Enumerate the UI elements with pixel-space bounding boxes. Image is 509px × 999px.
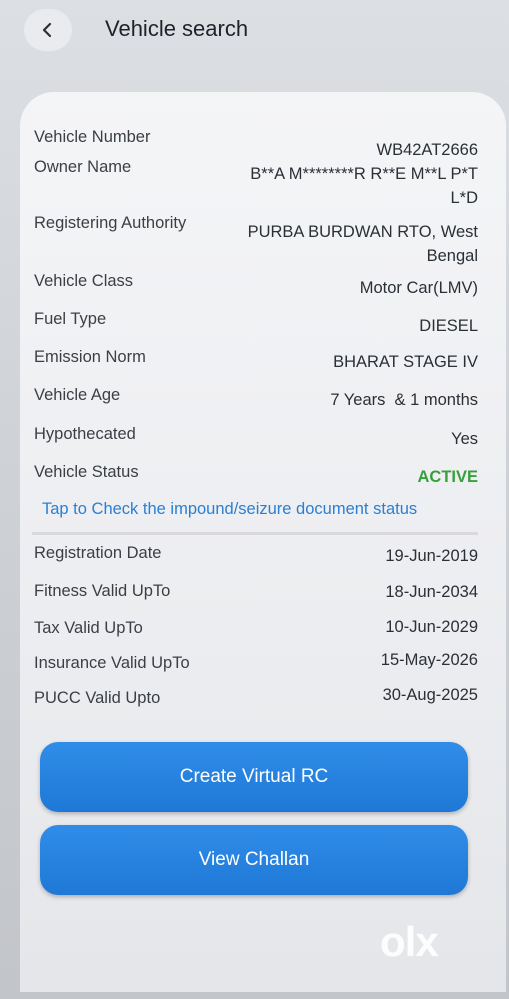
status-badge: ACTIVE	[417, 468, 478, 486]
olx-watermark: olx	[380, 918, 439, 965]
detail-label: Hypothecated	[34, 425, 136, 443]
vehicle-details-card: Vehicle Number WB42AT2666 Owner Name B**…	[20, 92, 506, 992]
detail-value: DIESEL	[419, 317, 478, 335]
divider	[32, 532, 478, 535]
detail-label: Emission Norm	[34, 348, 146, 366]
detail-label: Owner Name	[34, 158, 132, 176]
date-label: Fitness Valid UpTo	[34, 582, 171, 600]
back-button[interactable]	[24, 9, 72, 51]
date-label: Registration Date	[34, 544, 162, 562]
detail-value: Motor Car(LMV)	[359, 279, 478, 297]
detail-label: Fuel Type	[34, 310, 107, 328]
detail-value: B**A M********R R**E M**L P*T L*D	[250, 165, 478, 207]
date-label: Insurance Valid UpTo	[34, 654, 190, 672]
date-value: 15-May-2026	[380, 651, 478, 669]
detail-label: Vehicle Age	[34, 386, 121, 404]
date-value: 18-Jun-2034	[385, 583, 478, 601]
date-label: Tax Valid UpTo	[34, 619, 143, 637]
date-value: 10-Jun-2029	[385, 618, 478, 636]
date-value: 30-Aug-2025	[382, 686, 478, 704]
page-title: Vehicle search	[105, 16, 249, 41]
detail-label: Registering Authority	[34, 214, 187, 232]
detail-value: Yes	[451, 430, 478, 448]
create-virtual-rc-button[interactable]: Create Virtual RC	[40, 742, 468, 812]
detail-value: BHARAT STAGE IV	[333, 353, 478, 371]
header: Vehicle search	[0, 0, 509, 70]
view-challan-button[interactable]: View Challan	[40, 825, 468, 895]
detail-value: WB42AT2666	[376, 141, 479, 159]
detail-label: Vehicle Number	[34, 128, 151, 146]
detail-value: 7 Years & 1 months	[330, 391, 478, 409]
detail-value: PURBA BURDWAN RTO, West Bengal	[247, 223, 478, 265]
detail-label: Vehicle Status	[34, 463, 139, 481]
detail-label: Vehicle Class	[34, 272, 134, 290]
chevron-left-icon	[42, 22, 52, 38]
date-value: 19-Jun-2019	[385, 547, 478, 565]
date-label: PUCC Valid Upto	[34, 689, 161, 707]
impound-status-link[interactable]: Tap to Check the impound/seizure documen…	[42, 500, 417, 519]
